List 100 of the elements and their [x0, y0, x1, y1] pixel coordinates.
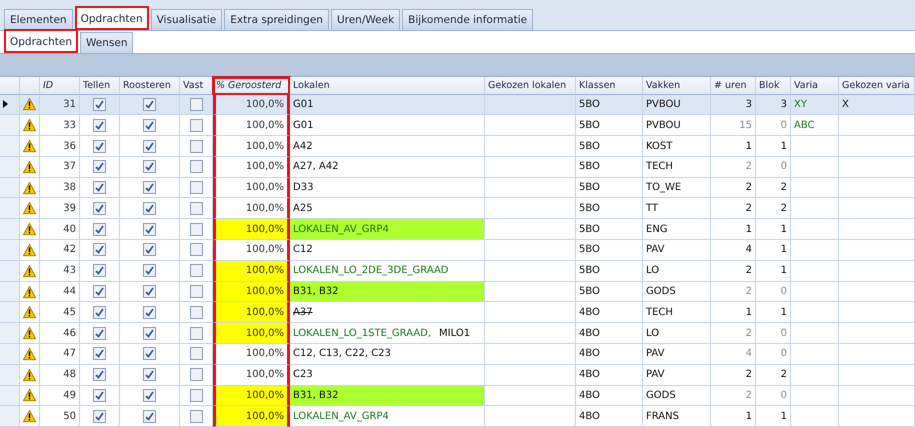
checkbox[interactable] — [93, 118, 106, 132]
checkbox[interactable] — [143, 347, 156, 360]
checkbox[interactable] — [190, 140, 202, 153]
checkbox[interactable] — [93, 181, 106, 194]
column-header[interactable]: Vakken — [643, 76, 711, 95]
checkbox[interactable] — [190, 98, 202, 111]
checkbox[interactable] — [143, 388, 156, 402]
column-header[interactable]: Gekozen lokalen — [485, 76, 576, 95]
checkbox[interactable] — [190, 347, 202, 360]
tab[interactable]: Elementen — [4, 9, 73, 30]
warning-icon — [23, 222, 36, 236]
table-cell: 100,0% — [213, 282, 290, 302]
checkbox[interactable] — [143, 222, 156, 236]
warning-icon — [23, 305, 36, 320]
column-header[interactable]: Tellen — [80, 76, 120, 95]
checkbox[interactable] — [93, 326, 106, 340]
table-cell: 100,0% — [213, 406, 290, 427]
tab[interactable]: Visualisatie — [150, 9, 222, 30]
checkbox[interactable] — [143, 98, 156, 111]
checkbox[interactable] — [93, 243, 106, 256]
warning-icon — [23, 409, 36, 424]
checkbox[interactable] — [143, 326, 156, 340]
column-header[interactable]: Klassen — [576, 76, 643, 95]
table-cell: 100,0% — [213, 260, 290, 282]
checkbox[interactable] — [190, 222, 202, 236]
warning-icon — [23, 284, 36, 298]
warning-icon — [23, 180, 36, 195]
tab[interactable]: Opdrachten — [4, 29, 78, 53]
checkbox[interactable] — [190, 181, 202, 194]
checkbox[interactable] — [93, 264, 106, 278]
checkbox[interactable] — [190, 410, 202, 423]
table-cell — [791, 406, 839, 427]
warning-icon — [23, 160, 36, 174]
column-header[interactable]: Gekozen varia — [839, 76, 915, 95]
checkbox[interactable] — [143, 264, 156, 278]
table-cell: 1 — [711, 406, 756, 427]
column-header[interactable]: Lokalen — [290, 76, 485, 95]
tab[interactable]: Bijkomende informatie — [402, 9, 534, 30]
checkbox[interactable] — [93, 98, 106, 111]
checkbox[interactable] — [190, 326, 202, 340]
checkbox[interactable] — [190, 160, 202, 174]
warning-icon — [23, 97, 36, 112]
tab[interactable]: Opdrachten — [74, 6, 149, 30]
column-header[interactable]: Roosteren — [120, 76, 180, 95]
checkbox[interactable] — [143, 306, 156, 319]
warning-icon — [23, 139, 36, 154]
column-header[interactable]: ID — [40, 76, 80, 95]
column-header[interactable]: Vast — [180, 76, 213, 95]
checkbox[interactable] — [93, 140, 106, 153]
warning-icon — [23, 346, 36, 361]
checkbox[interactable] — [93, 347, 106, 360]
checkbox[interactable] — [93, 388, 106, 402]
table-cell: LOKALEN_AV_GRP4 — [290, 406, 485, 427]
row-header[interactable] — [0, 94, 20, 116]
table-cell: 4BO — [576, 406, 643, 427]
table-cell: LOKALEN_AV_GRP4 — [290, 219, 485, 240]
warning-icon — [23, 326, 36, 340]
checkbox[interactable] — [143, 368, 156, 382]
checkbox[interactable] — [93, 368, 106, 382]
checkbox[interactable] — [93, 160, 106, 174]
warning-icon — [23, 242, 36, 257]
checkbox[interactable] — [93, 222, 106, 236]
table-cell: 50 — [40, 406, 80, 427]
warning-icon — [23, 118, 36, 132]
warning-icon — [23, 388, 36, 402]
checkbox[interactable] — [190, 285, 202, 298]
checkbox[interactable] — [190, 243, 202, 256]
checkbox[interactable] — [143, 181, 156, 194]
column-header[interactable]: Varia — [791, 76, 839, 95]
checkbox[interactable] — [190, 264, 202, 278]
checkbox[interactable] — [143, 202, 156, 215]
column-header[interactable]: % Geroosterd — [213, 76, 290, 95]
checkbox[interactable] — [93, 306, 106, 319]
table-cell: FRANS — [643, 406, 711, 427]
table-cell: 100,0% — [213, 323, 290, 344]
checkbox[interactable] — [93, 202, 106, 215]
checkbox[interactable] — [190, 368, 202, 382]
table-cell: 1 — [756, 406, 791, 427]
checkbox[interactable] — [93, 410, 106, 423]
checkbox[interactable] — [143, 285, 156, 298]
checkbox[interactable] — [143, 140, 156, 153]
tab[interactable]: Uren/Week — [330, 9, 400, 30]
checkbox[interactable] — [143, 410, 156, 423]
checkbox[interactable] — [143, 160, 156, 174]
table-cell: B31, B32 — [290, 386, 485, 406]
column-header[interactable]: # uren — [711, 76, 756, 95]
checkbox[interactable] — [143, 118, 156, 132]
checkbox[interactable] — [143, 243, 156, 256]
checkbox[interactable] — [190, 306, 202, 319]
checkbox[interactable] — [190, 388, 202, 402]
warning-icon — [23, 264, 36, 278]
warning-icon — [23, 201, 36, 216]
tab[interactable]: Extra spreidingen — [224, 9, 329, 30]
checkbox[interactable] — [190, 202, 202, 215]
checkbox[interactable] — [190, 118, 202, 132]
checkbox[interactable] — [93, 285, 106, 298]
column-header[interactable]: Blok — [756, 76, 791, 95]
tab[interactable]: Wensen — [80, 32, 134, 53]
current-row-icon — [3, 100, 8, 108]
warning-icon — [23, 368, 36, 382]
